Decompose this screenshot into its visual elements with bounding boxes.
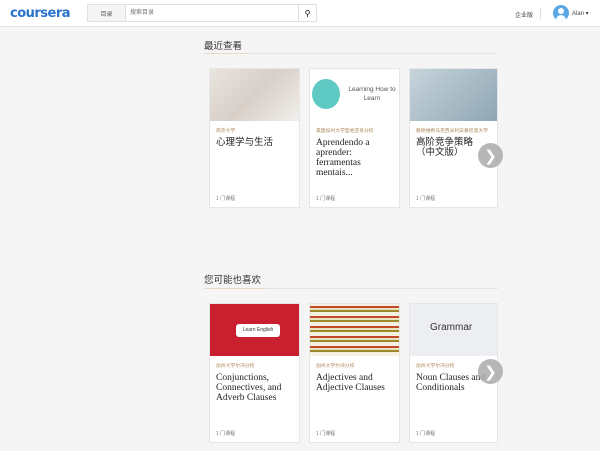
user-menu[interactable]: Alan ▾ (572, 10, 589, 17)
divider (540, 8, 541, 19)
image-text: Learning How to Learn (348, 86, 396, 102)
course-image: Grammar (410, 304, 497, 356)
catalog-button[interactable]: 目录 (88, 5, 126, 21)
divider (248, 53, 498, 54)
course-count: 1 门课程 (216, 431, 236, 437)
course-image: Learn English (210, 304, 299, 356)
title-underline (204, 288, 266, 289)
course-count: 1 门课程 (216, 196, 236, 202)
recommended-title: 您可能也喜欢 (204, 275, 262, 286)
course-count: 1 门课程 (416, 196, 436, 202)
course-card[interactable]: 南京大学 心理学与生活 1 门课程 (209, 68, 300, 208)
image-text: Grammar (430, 322, 473, 333)
chevron-right-icon[interactable]: ❯ (478, 143, 503, 168)
partner-name: 美国加州大学圣地亚哥分校 (316, 129, 374, 134)
course-title: Adjectives and Adjective Clauses (316, 373, 385, 393)
search-icon: ⚲ (304, 8, 311, 18)
course-card[interactable]: 路德维希马克西米利安慕尼黑大学 高阶竞争策略（中文版） 1 门课程 (409, 68, 498, 208)
coursera-logo[interactable]: coursera (10, 6, 71, 21)
partner-name: 加州大学尔湾分校 (216, 364, 255, 369)
user-avatar-icon[interactable] (553, 5, 569, 21)
search-input[interactable] (126, 5, 298, 21)
course-card[interactable]: Learning How to Learn 美国加州大学圣地亚哥分校 Apren… (309, 68, 400, 208)
course-title: Aprendendo a aprender: ferramentas menta… (316, 138, 370, 178)
course-card[interactable]: Learn English 加州大学尔湾分校 Conjunctions, Con… (209, 303, 300, 443)
course-image (310, 304, 399, 356)
partner-name: 南京大学 (216, 129, 236, 134)
title-underline (204, 53, 248, 54)
course-card[interactable]: 加州大学尔湾分校 Adjectives and Adjective Clause… (309, 303, 400, 443)
course-count: 1 门课程 (416, 431, 436, 437)
course-image (410, 69, 497, 121)
enterprise-link[interactable]: 企业版 (515, 10, 533, 19)
search-bar: 目录 ⚲ (87, 4, 317, 22)
course-title: Conjunctions, Connectives, and Adverb Cl… (216, 373, 282, 403)
course-count: 1 门课程 (316, 431, 336, 437)
course-image: Learning How to Learn (310, 69, 399, 121)
course-image (210, 69, 299, 121)
chevron-right-icon[interactable]: ❯ (478, 359, 503, 384)
partner-name: 路德维希马克西米利安慕尼黑大学 (416, 129, 488, 134)
image-text: Learn English (236, 324, 280, 337)
top-nav: coursera 目录 ⚲ 企业版 Alan ▾ (0, 0, 600, 27)
partner-name: 加州大学尔湾分校 (316, 364, 355, 369)
course-count: 1 门课程 (316, 196, 336, 202)
recent-title: 最近查看 (204, 41, 243, 52)
divider (266, 288, 498, 289)
course-title: 心理学与生活 (216, 138, 274, 148)
search-button[interactable]: ⚲ (298, 5, 316, 21)
